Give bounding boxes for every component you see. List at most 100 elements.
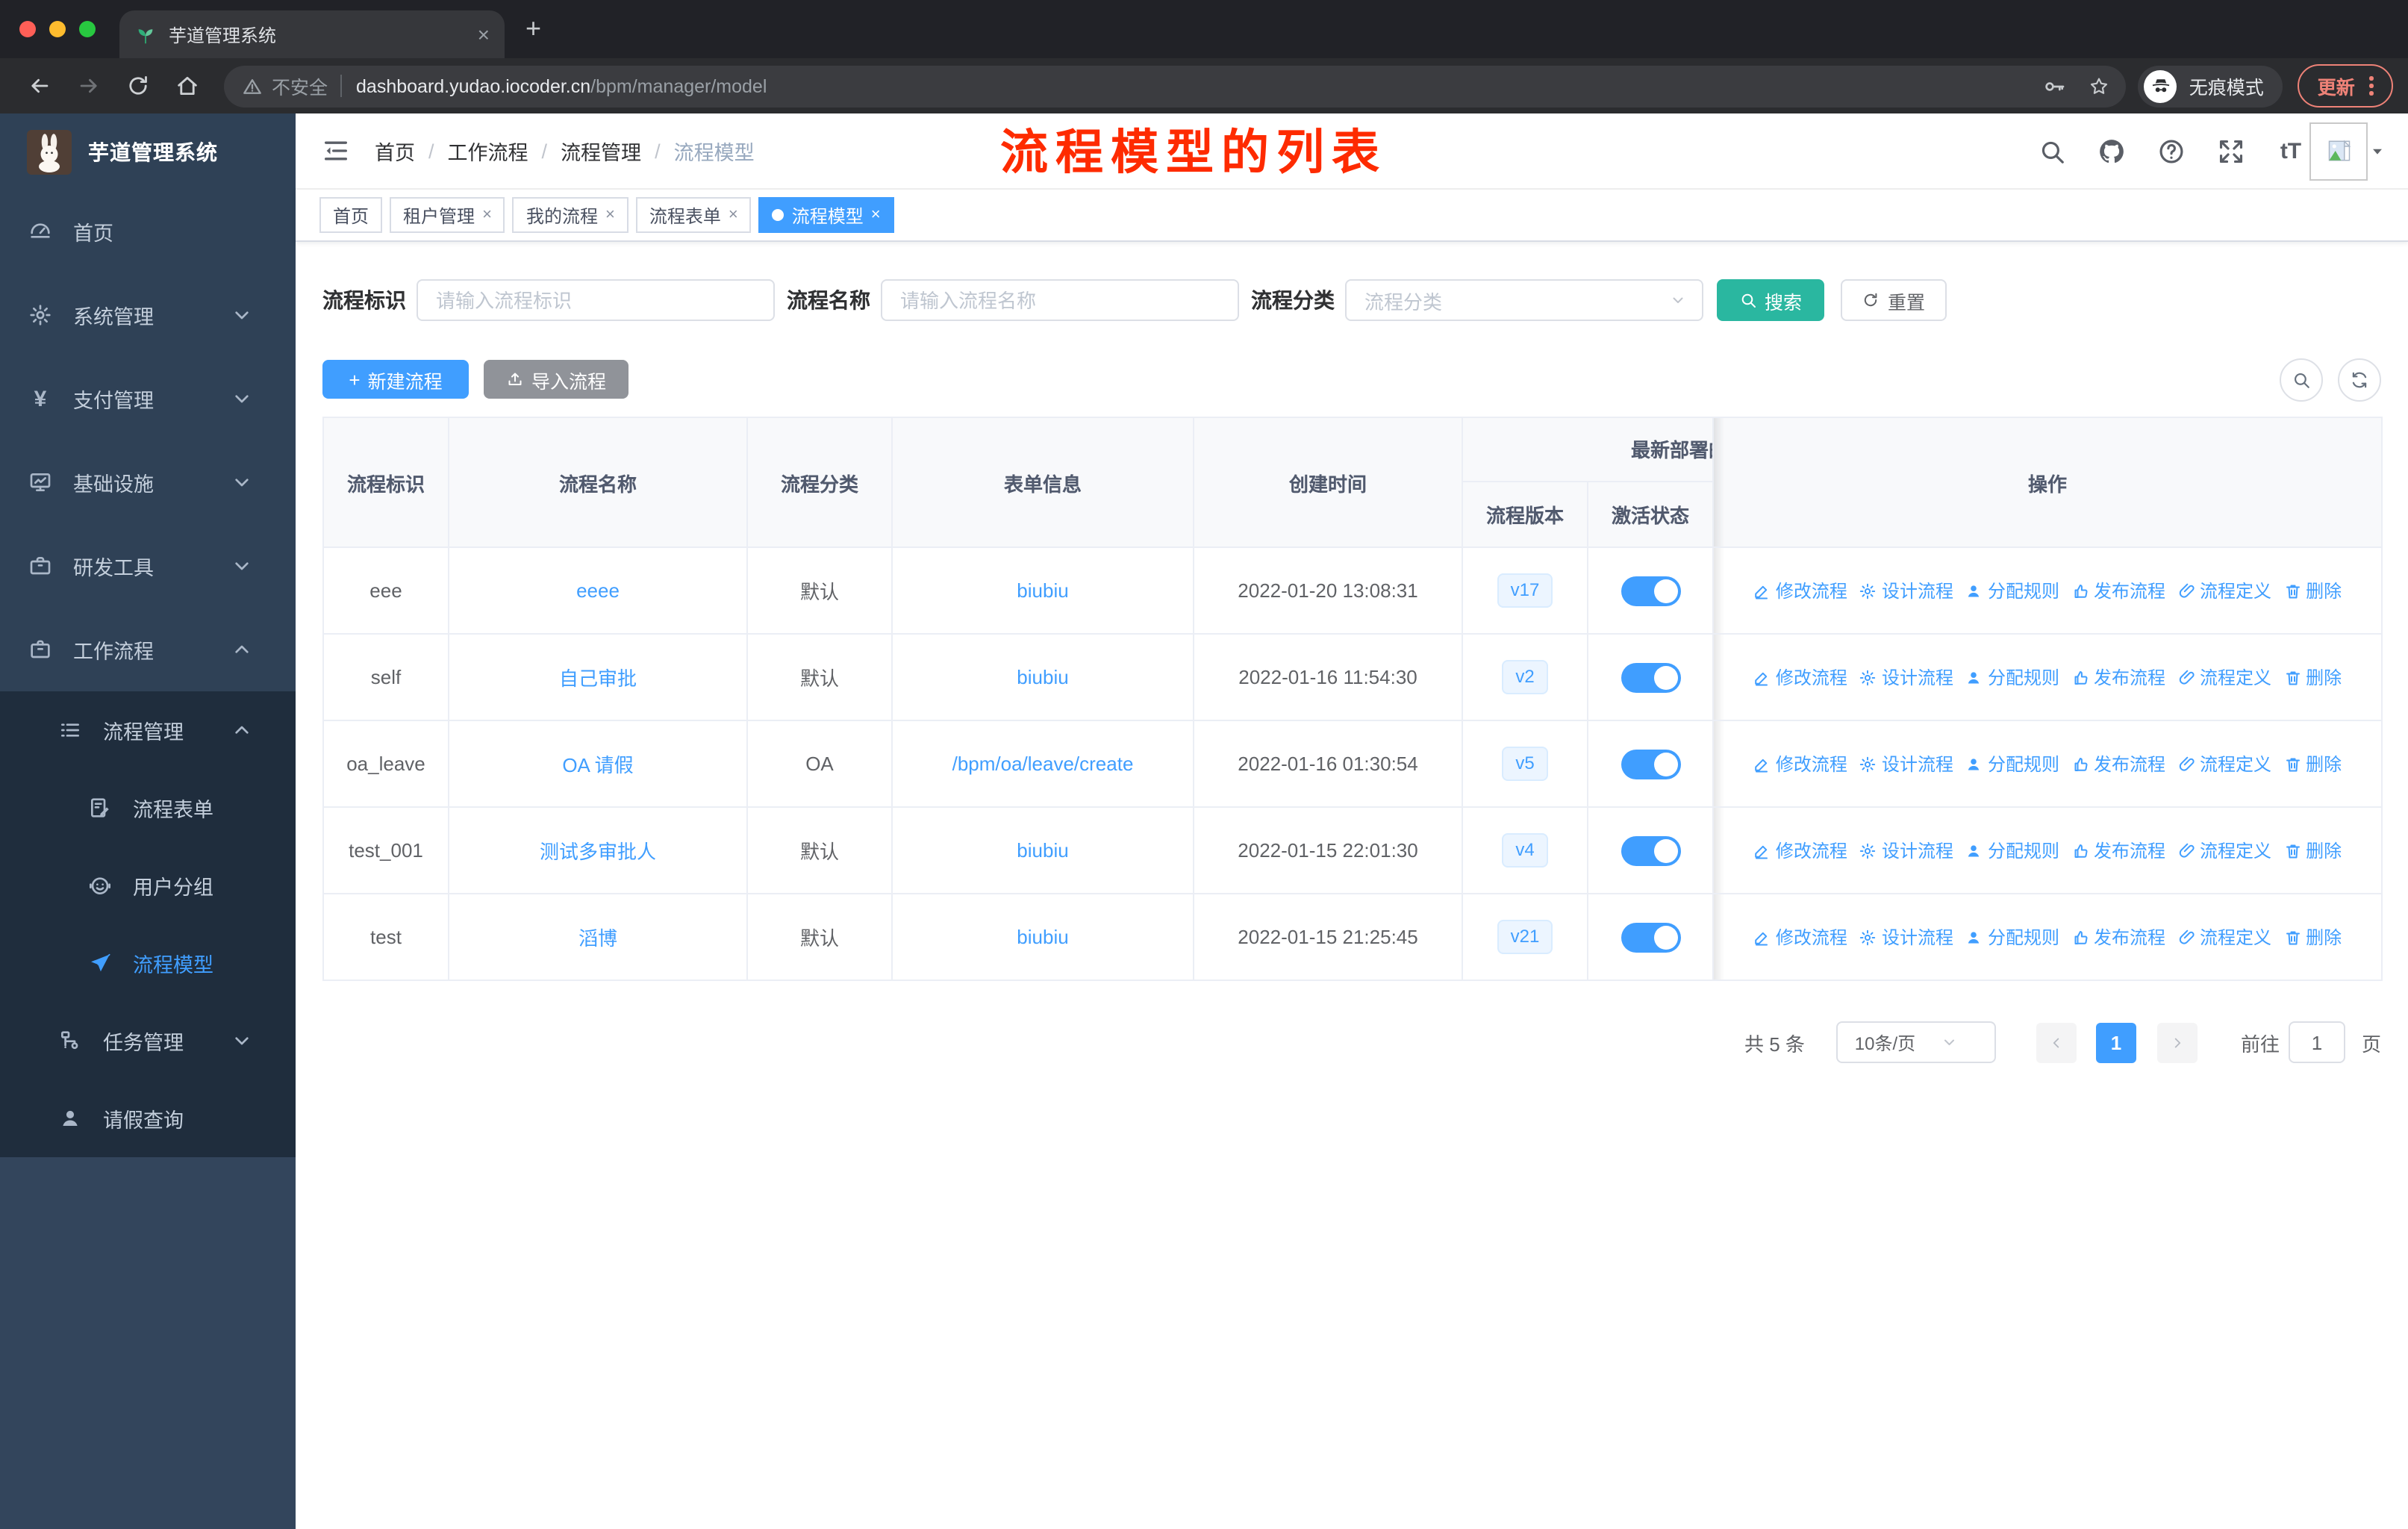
tag-2[interactable]: 我的流程 × (512, 197, 628, 233)
action-design-link[interactable]: 设计流程 (1859, 664, 1953, 690)
filter-select[interactable]: 流程分类 (1345, 279, 1703, 321)
tag-close-icon[interactable]: × (871, 206, 881, 224)
action-assign-link[interactable]: 分配规则 (1965, 924, 2059, 950)
import-process-button[interactable]: 导入流程 (484, 360, 628, 399)
form-info-link[interactable]: biubiu (1017, 579, 1068, 602)
github-icon[interactable] (2097, 137, 2126, 165)
create-process-button[interactable]: + 新建流程 (322, 360, 469, 399)
active-toggle[interactable] (1621, 576, 1680, 605)
page-size-select[interactable]: 10条/页 (1835, 1021, 1996, 1063)
action-definition-link[interactable]: 流程定义 (2177, 578, 2271, 603)
sidebar-item-process-model[interactable]: 流程模型 (0, 924, 296, 1002)
window-minimize-button[interactable] (49, 21, 66, 37)
breadcrumb-item[interactable]: 首页 (375, 136, 415, 166)
search-button[interactable]: 搜索 (1717, 279, 1824, 321)
new-tab-button[interactable]: + (525, 13, 541, 45)
process-name-link[interactable]: 测试多审批人 (540, 841, 656, 863)
window-close-button[interactable] (19, 21, 36, 37)
process-name-link[interactable]: 滔博 (578, 927, 617, 950)
search-icon[interactable] (2038, 137, 2066, 165)
sidebar-item-system[interactable]: 系统管理 (0, 273, 296, 357)
action-publish-link[interactable]: 发布流程 (2071, 838, 2165, 863)
action-delete-link[interactable]: 删除 (2283, 924, 2342, 950)
tab-close-icon[interactable]: × (478, 24, 490, 45)
prev-page-button[interactable] (2036, 1022, 2077, 1062)
tag-close-icon[interactable]: × (729, 206, 738, 224)
help-icon[interactable] (2157, 137, 2186, 165)
action-delete-link[interactable]: 删除 (2283, 751, 2342, 776)
tag-1[interactable]: 租户管理 × (390, 197, 505, 233)
breadcrumb-item[interactable]: 工作流程 (448, 136, 528, 166)
sidebar-item-workflow[interactable]: 工作流程 (0, 608, 296, 691)
back-icon[interactable] (27, 73, 52, 99)
action-edit-link[interactable]: 修改流程 (1753, 924, 1847, 950)
active-toggle[interactable] (1621, 922, 1680, 952)
sidebar-item-task-mgmt[interactable]: 任务管理 (0, 1002, 296, 1080)
form-info-link[interactable]: biubiu (1017, 926, 1068, 948)
tag-3[interactable]: 流程表单 × (635, 197, 752, 233)
filter-input[interactable] (881, 279, 1239, 321)
fullscreen-icon[interactable] (2217, 137, 2245, 165)
fontsize-icon[interactable]: tT (2277, 137, 2305, 165)
tag-4[interactable]: 流程模型 × (758, 197, 894, 233)
action-publish-link[interactable]: 发布流程 (2071, 578, 2165, 603)
action-definition-link[interactable]: 流程定义 (2177, 664, 2271, 690)
hamburger-icon[interactable] (321, 136, 351, 166)
action-publish-link[interactable]: 发布流程 (2071, 751, 2165, 776)
sidebar-item-user-group[interactable]: 用户分组 (0, 847, 296, 924)
active-toggle[interactable] (1621, 749, 1680, 779)
action-design-link[interactable]: 设计流程 (1859, 578, 1953, 603)
reset-button[interactable]: 重置 (1841, 279, 1947, 321)
action-assign-link[interactable]: 分配规则 (1965, 578, 2059, 603)
toggle-search-button[interactable] (2280, 358, 2323, 401)
action-edit-link[interactable]: 修改流程 (1753, 751, 1847, 776)
browser-menu-icon[interactable] (2369, 76, 2374, 96)
sidebar-item-process-mgmt[interactable]: 流程管理 (0, 691, 296, 769)
reload-icon[interactable] (125, 73, 151, 99)
action-delete-link[interactable]: 删除 (2283, 578, 2342, 603)
process-name-link[interactable]: 自己审批 (559, 667, 637, 690)
goto-page-input[interactable] (2288, 1021, 2345, 1063)
tag-close-icon[interactable]: × (482, 206, 492, 224)
action-design-link[interactable]: 设计流程 (1859, 924, 1953, 950)
action-assign-link[interactable]: 分配规则 (1965, 664, 2059, 690)
address-bar[interactable]: 不安全 dashboard.yudao.iocoder.cn /bpm/mana… (224, 65, 2127, 107)
action-delete-link[interactable]: 删除 (2283, 838, 2342, 863)
form-info-link[interactable]: /bpm/oa/leave/create (952, 753, 1134, 775)
sidebar-item-leave-query[interactable]: 请假查询 (0, 1080, 296, 1157)
bookmark-star-icon[interactable] (2088, 74, 2112, 98)
action-publish-link[interactable]: 发布流程 (2071, 924, 2165, 950)
sidebar-item-devtools[interactable]: 研发工具 (0, 524, 296, 608)
sidebar-item-infra[interactable]: 基础设施 (0, 440, 296, 524)
sidebar-item-payment[interactable]: ¥ 支付管理 (0, 357, 296, 440)
action-definition-link[interactable]: 流程定义 (2177, 924, 2271, 950)
avatar[interactable] (2309, 122, 2368, 180)
tag-close-icon[interactable]: × (605, 206, 615, 224)
next-page-button[interactable] (2156, 1022, 2198, 1062)
filter-input[interactable] (417, 279, 775, 321)
page-number-button[interactable]: 1 (2095, 1022, 2136, 1062)
action-design-link[interactable]: 设计流程 (1859, 838, 1953, 863)
breadcrumb-item[interactable]: 流程管理 (561, 136, 641, 166)
sidebar-item-process-form[interactable]: 流程表单 (0, 769, 296, 847)
action-definition-link[interactable]: 流程定义 (2177, 751, 2271, 776)
password-key-icon[interactable] (2043, 74, 2067, 98)
action-edit-link[interactable]: 修改流程 (1753, 578, 1847, 603)
process-name-link[interactable]: eeee (576, 579, 620, 602)
action-design-link[interactable]: 设计流程 (1859, 751, 1953, 776)
form-info-link[interactable]: biubiu (1017, 666, 1068, 688)
process-name-link[interactable]: OA 请假 (562, 754, 633, 776)
action-assign-link[interactable]: 分配规则 (1965, 838, 2059, 863)
sidebar-item-home[interactable]: 首页 (0, 190, 296, 273)
action-publish-link[interactable]: 发布流程 (2071, 664, 2165, 690)
action-edit-link[interactable]: 修改流程 (1753, 664, 1847, 690)
action-assign-link[interactable]: 分配规则 (1965, 751, 2059, 776)
browser-tab[interactable]: 芋道管理系统 × (119, 10, 505, 58)
app-logo-row[interactable]: 芋道管理系统 (0, 113, 296, 190)
action-edit-link[interactable]: 修改流程 (1753, 838, 1847, 863)
window-zoom-button[interactable] (79, 21, 96, 37)
forward-icon[interactable] (76, 73, 102, 99)
refresh-table-button[interactable] (2338, 358, 2381, 401)
browser-update-button[interactable]: 更新 (2298, 64, 2393, 108)
caret-down-icon[interactable] (2369, 143, 2386, 159)
